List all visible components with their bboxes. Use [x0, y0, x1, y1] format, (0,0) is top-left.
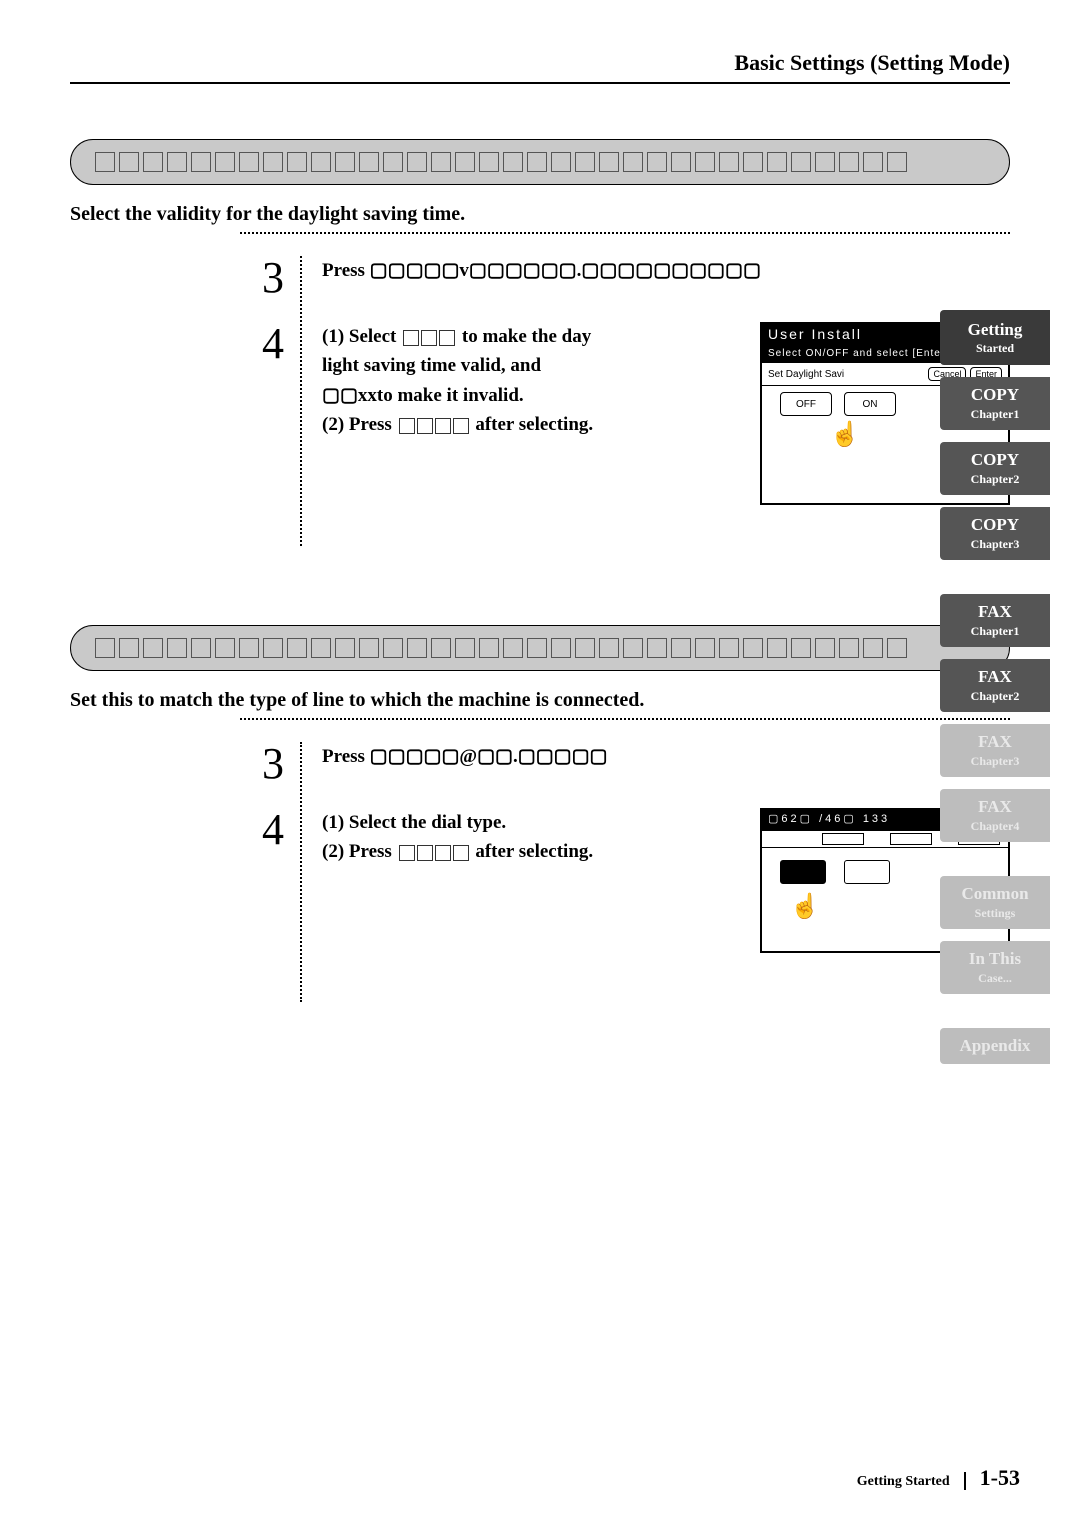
dotted-sep-1 [240, 232, 1010, 234]
section2-desc: Set this to match the type of line to wh… [70, 689, 1010, 712]
screen2-option-1[interactable] [780, 860, 826, 884]
section2-heading-glyphs [95, 638, 907, 658]
s1-step4-l4b: after selecting. [475, 414, 593, 435]
step3-body: Press ▢▢▢▢▢v▢▢▢▢▢▢.▢▢▢▢▢▢▢▢▢▢ [322, 256, 761, 300]
footer-section-label: Getting Started [857, 1474, 950, 1489]
page-header-title: Basic Settings (Setting Mode) [70, 50, 1010, 76]
s1-step4-l3a: ▢▢xx [322, 385, 377, 406]
s1-step4-l1a: (1) Select [322, 326, 396, 347]
section1-step3: 3 Press ▢▢▢▢▢v▢▢▢▢▢▢.▢▢▢▢▢▢▢▢▢▢ [70, 256, 1010, 300]
section1-step4: 4 (1) Select to make the day light savin… [70, 322, 1010, 505]
section1-heading-glyphs [95, 152, 907, 172]
side-tab-copy-chapter2[interactable]: COPYChapter2 [940, 442, 1050, 495]
s2-step3-body: Press ▢▢▢▢▢@▢▢.▢▢▢▢▢ [322, 742, 608, 786]
side-tab-fax-chapter4[interactable]: FAXChapter4 [940, 789, 1050, 842]
footer: Getting Started 1-53 [857, 1465, 1020, 1491]
footer-page-number: 1-53 [980, 1465, 1020, 1490]
s1-step4-l3b: to make it invalid. [377, 385, 524, 406]
section2-step4: 4 (1) Select the dial type. (2) Press af… [70, 808, 1010, 953]
screen1-row-label: Set Daylight Savi [768, 369, 844, 380]
s2-step4-l2a: (2) Press [322, 841, 392, 862]
step4-number: 4 [262, 322, 322, 505]
side-tab-fax-chapter1[interactable]: FAXChapter1 [940, 594, 1050, 647]
section1-heading [70, 139, 1010, 185]
side-tab-copy-chapter1[interactable]: COPYChapter1 [940, 377, 1050, 430]
side-tab-in-this-case-[interactable]: In ThisCase... [940, 941, 1050, 994]
s1-step4-l2: light saving time valid, and [322, 351, 740, 380]
side-tab-fax-chapter3[interactable]: FAXChapter3 [940, 724, 1050, 777]
section1-desc: Select the validity for the daylight sav… [70, 203, 1010, 226]
s2-step4-l1: (1) Select the dial type. [322, 808, 740, 837]
s1-step4-l4a: (2) Press [322, 414, 392, 435]
screen2-option-2[interactable] [844, 860, 890, 884]
s2-step3-number: 3 [262, 742, 322, 786]
s2-step4-number: 4 [262, 808, 322, 953]
screen1-off-button[interactable]: OFF [780, 392, 832, 416]
side-tab-fax-chapter2[interactable]: FAXChapter2 [940, 659, 1050, 712]
screen1-on-button[interactable]: ON [844, 392, 896, 416]
s2-step4-l2b: after selecting. [475, 841, 593, 862]
side-tab-common-settings[interactable]: CommonSettings [940, 876, 1050, 929]
section2-step3: 3 Press ▢▢▢▢▢@▢▢.▢▢▢▢▢ [70, 742, 1010, 786]
s1-step4-l1b: to make the day [462, 326, 591, 347]
side-tabs: GettingStarted COPYChapter1 COPYChapter2 CO… [940, 310, 1050, 1076]
side-tab-appendix-[interactable]: Appendix [940, 1028, 1050, 1064]
header-rule [70, 82, 1010, 84]
step3-number: 3 [262, 256, 322, 300]
section2-heading [70, 625, 1010, 671]
dotted-sep-2 [240, 718, 1010, 720]
side-tab-copy-chapter3[interactable]: COPYChapter3 [940, 507, 1050, 560]
side-tab-getting-started[interactable]: GettingStarted [940, 310, 1050, 365]
